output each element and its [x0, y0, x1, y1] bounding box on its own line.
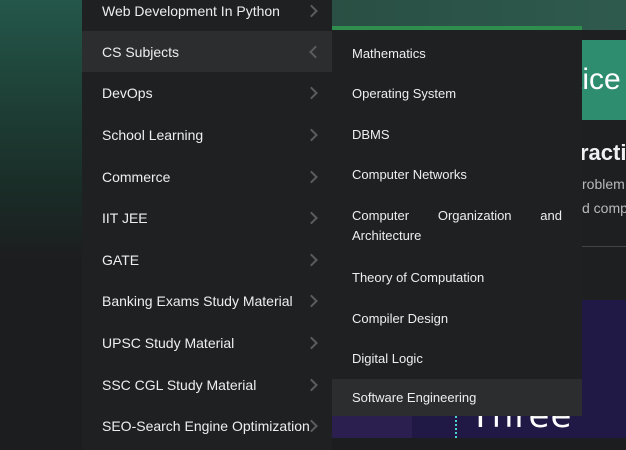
menu-item-label: CS Subjects	[102, 43, 180, 60]
menu-item-cs-subjects[interactable]: CS Subjects	[82, 31, 332, 72]
chevron-right-icon	[305, 378, 318, 391]
menu-item-ssc-cgl[interactable]: SSC CGL Study Material	[82, 364, 332, 405]
chevron-right-icon	[305, 170, 318, 183]
submenu-item-computer-organization[interactable]: Computer Organization and Architecture	[332, 200, 582, 252]
submenu-item-digital-logic[interactable]: Digital Logic	[332, 338, 582, 379]
menu-item-label: Web Development In Python	[102, 2, 280, 19]
submenu-item-label: Compiler Design	[352, 310, 449, 326]
menu-item-school-learning[interactable]: School Learning	[82, 114, 332, 155]
chevron-right-icon	[305, 336, 318, 349]
submenu-item-theory-of-computation[interactable]: Theory of Computation	[332, 257, 582, 298]
submenu-item-label: DBMS	[352, 126, 390, 142]
submenu-item-label-word: Computer	[352, 208, 410, 223]
menu-item-iit-jee[interactable]: IIT JEE	[82, 197, 332, 238]
chevron-right-icon	[305, 211, 318, 224]
practice-button[interactable]: tice	[578, 40, 626, 120]
submenu-item-mathematics[interactable]: Mathematics	[332, 33, 582, 73]
menu-item-label: IIT JEE	[102, 209, 148, 226]
background-divider	[580, 246, 626, 247]
submenu-item-dbms[interactable]: DBMS	[332, 114, 582, 154]
menu-item-label: SSC CGL Study Material	[102, 376, 257, 393]
menu-item-seo[interactable]: SEO-Search Engine Optimization	[82, 405, 332, 446]
menu-item-web-development-in-python[interactable]: Web Development In Python	[82, 0, 332, 31]
chevron-right-icon	[305, 294, 318, 307]
submenu-item-compiler-design[interactable]: Compiler Design	[332, 298, 582, 338]
submenu-item-label-word: and	[540, 208, 562, 223]
menu-item-label: Banking Exams Study Material	[102, 292, 293, 309]
courses-dropdown-menu: Web Development In Python CS Subjects De…	[82, 0, 332, 450]
menu-item-label: School Learning	[102, 126, 204, 143]
menu-item-commerce[interactable]: Commerce	[82, 156, 332, 197]
menu-item-devops[interactable]: DevOps	[82, 72, 332, 113]
chevron-right-icon	[305, 253, 318, 266]
menu-item-banking-exams[interactable]: Banking Exams Study Material	[82, 280, 332, 321]
submenu-item-label: Mathematics	[352, 45, 426, 61]
chevron-left-icon	[309, 45, 322, 58]
background-text-line: roblem	[582, 176, 625, 192]
background-heading: ractic	[580, 140, 626, 165]
submenu-item-computer-networks[interactable]: Computer Networks	[332, 154, 582, 195]
menu-item-upsc[interactable]: UPSC Study Material	[82, 322, 332, 363]
menu-item-label: GATE	[102, 251, 140, 268]
background-text-line: d comp	[582, 200, 626, 216]
chevron-right-icon	[305, 4, 318, 17]
menu-item-label: UPSC Study Material	[102, 334, 235, 351]
background-banner	[0, 0, 82, 260]
menu-item-label: DevOps	[102, 84, 153, 101]
submenu-item-label: Operating System	[352, 86, 457, 101]
submenu-item-label-line: Computer Organization and	[352, 206, 562, 226]
submenu-item-operating-system[interactable]: Operating System	[332, 73, 582, 114]
submenu-item-label: Computer Networks	[352, 167, 467, 182]
submenu-item-label: Digital Logic	[352, 351, 423, 366]
menu-item-label: SEO-Search Engine Optimization	[102, 417, 310, 434]
submenu-item-label-word: Organization	[437, 208, 512, 223]
chevron-right-icon	[305, 86, 318, 99]
chevron-right-icon	[305, 128, 318, 141]
cs-subjects-submenu: Mathematics Operating System DBMS Comput…	[332, 26, 582, 416]
submenu-item-label: Software Engineering	[352, 390, 477, 405]
submenu-item-label-line: Architecture	[352, 228, 422, 243]
submenu-item-label: Theory of Computation	[352, 270, 485, 285]
menu-item-gate[interactable]: GATE	[82, 239, 332, 280]
menu-item-label: Commerce	[102, 168, 171, 185]
submenu-item-software-engineering[interactable]: Software Engineering	[332, 379, 582, 416]
